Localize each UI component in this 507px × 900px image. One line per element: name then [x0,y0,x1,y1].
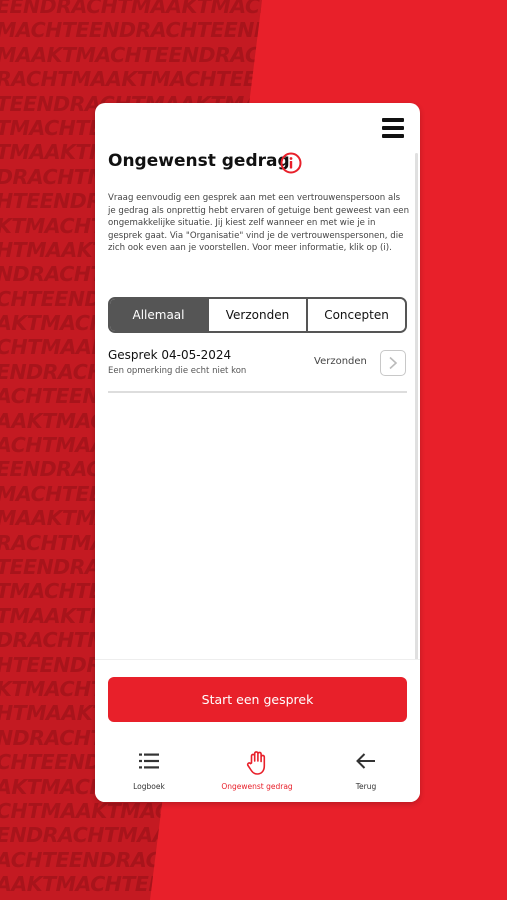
item-status: Verzonden [314,356,367,367]
tab-verzonden[interactable]: Verzonden [207,299,306,331]
tab-concepten[interactable]: Concepten [306,299,405,331]
filter-tabs: Allemaal Verzonden Concepten [108,297,407,333]
nav-item-ongewenst-gedrag[interactable]: Ongewenst gedrag [207,745,307,795]
intro-description: Vraag eenvoudig een gesprek aan met een … [108,193,410,254]
item-subtitle: Een opmerking die echt niet kon [108,366,247,376]
background-pattern-line: MACHTEENDRACHTEENDRACH [0,18,332,43]
scrollbar[interactable] [415,153,418,663]
bottom-area: Start een gesprek Logboek Ongewenst gedr… [95,659,420,802]
bottom-navigation: Logboek Ongewenst gedrag Terug [95,745,420,795]
nav-item-terug[interactable]: Terug [316,745,416,795]
app-card: Ongewenst gedrag Vraag eenvoudig een ges… [95,103,420,802]
background-pattern-line: AAKTMACHTEENDRACHTMAAK [0,872,336,897]
nav-label-ongewenst-gedrag: Ongewenst gedrag [221,782,293,791]
chevron-right-icon[interactable] [380,350,406,376]
item-title: Gesprek 04-05-2024 [108,348,232,362]
background-pattern-line: ACHTEENDRACHTMAAKTMACH [0,847,336,872]
page-title: Ongewenst gedrag [108,151,290,171]
tab-allemaal[interactable]: Allemaal [110,299,207,331]
info-circle-icon[interactable] [280,152,302,174]
list-icon [139,753,159,769]
nav-label-terug: Terug [355,782,377,791]
background-pattern-line: CHTMAAKTMACHTEENDRACHT [0,798,335,823]
hand-stop-icon [246,751,266,775]
background-pattern-line: EENDRACHTMAAKTMACHTEEN [0,0,334,18]
nav-label-logboek: Logboek [133,782,165,791]
background-pattern-line: ENDRACHTMAAKTMACHTEEND [0,823,337,848]
arrow-left-icon [356,753,375,769]
start-conversation-button[interactable]: Start een gesprek [108,677,407,722]
background-pattern-line: RACHTMAAKTMACHTEENDRAC [0,67,335,92]
list-item[interactable]: Gesprek 04-05-2024 Een opmerking die ech… [108,343,407,393]
background-pattern-line: MAAKTMACHTEENDRACHTMAA [0,42,341,67]
nav-item-logboek[interactable]: Logboek [99,745,199,795]
hamburger-menu-icon[interactable] [382,117,404,139]
